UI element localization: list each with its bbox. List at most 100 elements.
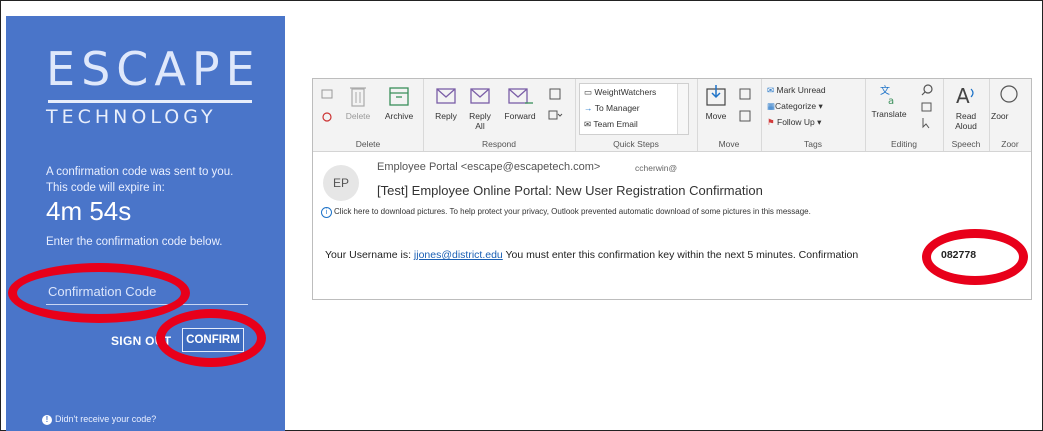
quick-step-weightwatchers[interactable]: ▭ WeightWatchers	[584, 87, 656, 98]
rules-button[interactable]	[735, 87, 757, 103]
confirmation-code-value: 082778	[941, 249, 977, 261]
read-aloud-button[interactable]: A Read Aloud	[947, 83, 985, 131]
find-button[interactable]	[917, 83, 937, 99]
confirm-button[interactable]: CONFIRM	[182, 328, 244, 352]
search-icon	[921, 84, 933, 96]
reply-label: Reply	[435, 111, 457, 121]
quick-step-to-manager[interactable]: → To Manager	[584, 103, 640, 113]
sender-avatar: EP	[323, 165, 359, 201]
forward-label: Forward	[504, 111, 536, 121]
info-icon: !	[42, 415, 52, 425]
flag-icon: ⚑	[767, 117, 775, 127]
ignore-icon	[321, 89, 333, 99]
tags-group-label: Tags	[804, 139, 822, 149]
categorize-label: Categorize	[775, 101, 817, 111]
outlook-ribbon: Delete Archive Delete Reply Reply All Fo…	[313, 79, 1031, 152]
onenote-icon	[739, 110, 751, 122]
reply-button[interactable]: Reply	[431, 83, 461, 121]
mark-unread-button[interactable]: ✉ Mark Unread	[767, 85, 826, 96]
respond-group-label: Respond	[481, 139, 517, 149]
email-from: Employee Portal <escape@escapetech.com>	[377, 161, 601, 173]
resend-help[interactable]: ! Didn't receive your code?	[42, 414, 156, 425]
editing-group-label: Editing	[891, 139, 917, 149]
ribbon-group-speech: A Read Aloud Speech	[943, 79, 990, 151]
categorize-icon: ▦	[767, 101, 776, 111]
select-button[interactable]	[917, 117, 937, 131]
forward-icon	[508, 88, 533, 104]
quick-step-team-email[interactable]: ✉ Team Email	[584, 119, 638, 130]
brand-logo-word: ESCAPE	[46, 42, 261, 96]
quick-steps-scrollbar[interactable]	[677, 84, 688, 134]
sign-out-link[interactable]: SIGN OUT	[111, 334, 171, 348]
body-suffix: You must enter this confirmation key wit…	[502, 249, 859, 261]
onenote-button[interactable]	[735, 109, 757, 125]
cleanup-icon	[322, 112, 332, 122]
username-link[interactable]: jjones@district.edu	[414, 249, 503, 261]
reply-all-label-1: Reply	[469, 111, 491, 121]
zoom-icon	[1000, 85, 1018, 103]
delete-label: Delete	[345, 111, 371, 121]
mark-unread-label: Mark Unread	[776, 85, 826, 95]
info-icon: i	[321, 207, 332, 218]
move-group-label: Move	[718, 139, 740, 149]
delete-group-label: Delete	[355, 139, 381, 149]
replace-icon	[921, 102, 932, 112]
archive-button[interactable]: Archive	[379, 83, 419, 121]
more-respond-button[interactable]	[543, 109, 567, 123]
confirmation-code-input[interactable]	[46, 278, 248, 305]
trash-icon	[350, 87, 366, 107]
delete-button[interactable]: Delete	[341, 83, 375, 121]
categorize-button[interactable]: ▦Categorize ▾	[767, 101, 823, 112]
speech-group-label: Speech	[951, 139, 981, 149]
svg-text:A: A	[956, 84, 970, 108]
outlook-email-window: Delete Archive Delete Reply Reply All Fo…	[312, 78, 1032, 300]
brand-logo-subtitle: TECHNOLOGY	[46, 106, 217, 128]
move-button[interactable]: Move	[701, 83, 731, 121]
quick-step-folder-icon: ▭	[584, 87, 593, 97]
move-label: Move	[705, 111, 727, 121]
forward-button[interactable]: Forward	[501, 83, 539, 121]
more-respond-icon	[548, 110, 563, 120]
arrow-right-icon: →	[584, 103, 593, 113]
follow-up-button[interactable]: ⚑ Follow Up ▾	[767, 117, 821, 128]
brand-logo-divider	[48, 100, 252, 103]
svg-text:a: a	[888, 96, 894, 107]
translate-icon: 文a	[880, 84, 894, 107]
body-prefix: Your Username is:	[325, 249, 414, 261]
read-aloud-label-2: Aloud	[955, 121, 977, 131]
ribbon-group-editing: 文a Translate Editing	[865, 79, 944, 151]
confirmation-message: A confirmation code was sent to you. Thi…	[46, 164, 285, 196]
reply-all-button[interactable]: Reply All	[465, 83, 495, 131]
email-to: ccherwin@	[635, 163, 678, 173]
cleanup-button[interactable]	[319, 111, 337, 127]
translate-button[interactable]: 文a Translate	[869, 83, 909, 119]
rules-icon	[739, 88, 751, 100]
replace-button[interactable]	[917, 101, 937, 115]
infobar-text: Click here to download pictures. To help…	[334, 207, 811, 216]
meeting-button[interactable]	[543, 87, 567, 103]
quick-step-label-3: Team Email	[593, 119, 638, 129]
quick-step-label-1: WeightWatchers	[594, 87, 657, 97]
cursor-icon	[922, 118, 930, 129]
ribbon-group-move: Move Move	[697, 79, 762, 151]
reply-icon	[436, 88, 456, 104]
message-line-1: A confirmation code was sent to you.	[46, 166, 234, 178]
reply-all-label-2: All	[475, 121, 485, 131]
message-line-2: This code will expire in:	[46, 182, 165, 194]
quick-step-label-2: To Manager	[594, 103, 640, 113]
confirmation-panel: ESCAPE TECHNOLOGY A confirmation code wa…	[6, 16, 285, 431]
ribbon-group-quick-steps: ▭ WeightWatchers → To Manager ✉ Team Ema…	[575, 79, 698, 151]
email-subject: [Test] Employee Online Portal: New User …	[377, 183, 763, 198]
translate-label: Translate	[871, 109, 907, 119]
zoom-button[interactable]: Zoor	[991, 83, 1027, 121]
archive-label: Archive	[384, 111, 414, 121]
meeting-icon	[549, 88, 561, 100]
ribbon-group-tags: ✉ Mark Unread ▦Categorize ▾ ⚑ Follow Up …	[761, 79, 866, 151]
expiry-timer: 4m 54s	[46, 196, 132, 226]
ignore-button[interactable]	[319, 87, 335, 103]
download-pictures-infobar[interactable]: i Click here to download pictures. To hel…	[321, 207, 811, 218]
reply-all-icon	[470, 88, 490, 104]
ribbon-group-respond: Reply Reply All Forward Respond	[423, 79, 576, 151]
ribbon-group-zoom: Zoor Zoor	[989, 79, 1031, 151]
email-icon: ✉	[584, 119, 592, 129]
